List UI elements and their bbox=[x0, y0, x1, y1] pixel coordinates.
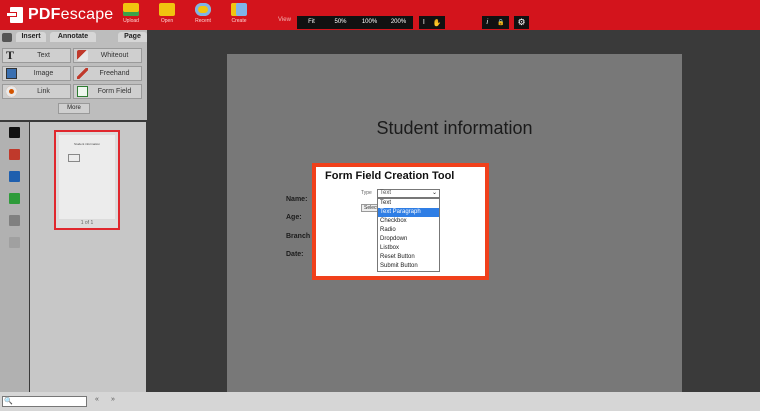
type-select[interactable]: Text ⌄ bbox=[377, 189, 440, 198]
checkbox-icon[interactable] bbox=[9, 193, 20, 204]
print-icon[interactable] bbox=[9, 215, 20, 226]
option-text[interactable]: Text bbox=[378, 199, 439, 208]
upload-button[interactable]: Upload bbox=[120, 3, 142, 27]
next-page-icon[interactable]: » bbox=[111, 396, 115, 403]
whiteout-tool-button[interactable]: Whiteout bbox=[73, 48, 142, 63]
tag-icon bbox=[231, 3, 247, 16]
pages-icon[interactable] bbox=[9, 127, 20, 138]
thumbnail-page-number: 1 of 1 bbox=[80, 220, 94, 226]
link-tool-button[interactable]: Link bbox=[2, 84, 71, 99]
text-tool-button[interactable]: T Text bbox=[2, 48, 71, 63]
option-dropdown[interactable]: Dropdown bbox=[378, 235, 439, 244]
cursor-tool-group: I ✋ bbox=[419, 16, 445, 29]
lock-icon[interactable]: 🔒 bbox=[497, 19, 504, 26]
form-field-creation-dialog: Form Field Creation Tool Type Select Tex… bbox=[312, 163, 489, 280]
option-radio[interactable]: Radio bbox=[378, 226, 439, 235]
page-title: Student information bbox=[376, 118, 533, 138]
document-info-group: i 🔒 bbox=[482, 16, 509, 29]
image-icon bbox=[6, 68, 17, 79]
option-reset-button[interactable]: Reset Button bbox=[378, 253, 439, 262]
page-search-input[interactable]: 🔍 bbox=[2, 396, 87, 407]
dialog-title: Form Field Creation Tool bbox=[325, 170, 455, 182]
type-select-value: Text bbox=[380, 190, 392, 196]
side-strip bbox=[0, 122, 29, 392]
more-tools-button[interactable]: More bbox=[58, 103, 90, 114]
thumbnail-panel: Student information 1 of 1 bbox=[30, 122, 146, 392]
thumbnail-page: Student information bbox=[59, 135, 115, 219]
previous-page-icon[interactable]: « bbox=[95, 396, 99, 403]
upload-icon bbox=[123, 3, 139, 16]
thumbnail-title: Student information bbox=[73, 142, 100, 146]
hand-tool-icon[interactable]: ✋ bbox=[432, 19, 441, 27]
recent-button[interactable]: Recent bbox=[192, 3, 214, 27]
form-field-tool-button[interactable]: Form Field bbox=[73, 84, 142, 99]
type-label: Type bbox=[361, 190, 372, 196]
text-icon: T bbox=[6, 48, 15, 62]
zoom-50-button[interactable]: 50% bbox=[326, 16, 355, 29]
branch-label: Branch bbox=[286, 233, 311, 240]
zoom-100-button[interactable]: 100% bbox=[355, 16, 384, 29]
zoom-group: Fit 50% 100% 200% bbox=[297, 16, 413, 29]
create-button[interactable]: Create bbox=[228, 3, 250, 27]
folder-icon bbox=[159, 3, 175, 16]
settings-gear-icon[interactable]: ⚙ bbox=[514, 16, 529, 29]
image-tool-button[interactable]: Image bbox=[2, 66, 71, 81]
share-icon[interactable] bbox=[9, 237, 20, 248]
view-label: View bbox=[278, 17, 291, 23]
tab-page[interactable]: Page bbox=[118, 32, 147, 42]
thumbnail-form-box bbox=[68, 154, 80, 162]
zoom-fit-button[interactable]: Fit bbox=[297, 16, 326, 29]
clock-icon bbox=[195, 3, 211, 16]
search-icon: 🔍 bbox=[4, 398, 13, 405]
form-field-tool-label: Form Field bbox=[97, 88, 132, 95]
logo-text: PDFescape bbox=[28, 6, 114, 23]
page-thumbnail[interactable]: Student information 1 of 1 bbox=[54, 130, 120, 230]
top-icon-group: Upload Open Recent Create bbox=[120, 3, 250, 27]
pdf-file-icon[interactable] bbox=[9, 149, 20, 160]
upload-label: Upload bbox=[123, 18, 139, 24]
info-icon[interactable]: i bbox=[486, 19, 488, 26]
whiteout-tool-label: Whiteout bbox=[100, 52, 129, 59]
save-icon[interactable] bbox=[9, 171, 20, 182]
link-tool-label: Link bbox=[37, 88, 50, 95]
image-tool-label: Image bbox=[33, 70, 54, 77]
text-cursor-icon[interactable]: I bbox=[423, 19, 425, 26]
chevron-down-icon: ⌄ bbox=[431, 190, 437, 196]
link-icon bbox=[6, 86, 17, 97]
option-checkbox[interactable]: Checkbox bbox=[378, 217, 439, 226]
pencil-icon bbox=[77, 68, 88, 79]
create-label: Create bbox=[231, 18, 247, 24]
open-label: Open bbox=[160, 18, 174, 24]
age-label: Age: bbox=[286, 214, 302, 221]
date-label: Date: bbox=[286, 251, 304, 258]
zoom-200-button[interactable]: 200% bbox=[384, 16, 413, 29]
option-text-paragraph[interactable]: Text Paragraph bbox=[378, 208, 439, 217]
type-dropdown-list: Text Text Paragraph Checkbox Radio Dropd… bbox=[377, 198, 440, 272]
panel-collapse-icon[interactable] bbox=[2, 33, 12, 42]
tab-insert[interactable]: Insert bbox=[16, 32, 46, 42]
top-bar: PDFescape Upload Open Recent Create View… bbox=[0, 0, 760, 30]
bottom-bar: 🔍 « » bbox=[0, 392, 760, 411]
tool-panel: Insert Annotate Page T Text Whiteout Ima… bbox=[0, 30, 147, 120]
tab-annotate[interactable]: Annotate bbox=[50, 32, 96, 42]
tool-tabs: Insert Annotate Page bbox=[0, 32, 147, 42]
option-submit-button[interactable]: Submit Button bbox=[378, 262, 439, 271]
open-button[interactable]: Open bbox=[156, 3, 178, 27]
recent-label: Recent bbox=[195, 18, 211, 24]
freehand-tool-label: Freehand bbox=[99, 70, 130, 77]
logo-icon bbox=[6, 6, 26, 24]
text-tool-label: Text bbox=[37, 52, 50, 59]
freehand-tool-button[interactable]: Freehand bbox=[73, 66, 142, 81]
option-listbox[interactable]: Listbox bbox=[378, 244, 439, 253]
form-field-icon bbox=[77, 86, 88, 97]
name-label: Name: bbox=[286, 196, 308, 203]
whiteout-icon bbox=[77, 50, 88, 61]
pdfescape-logo[interactable]: PDFescape bbox=[6, 5, 113, 25]
